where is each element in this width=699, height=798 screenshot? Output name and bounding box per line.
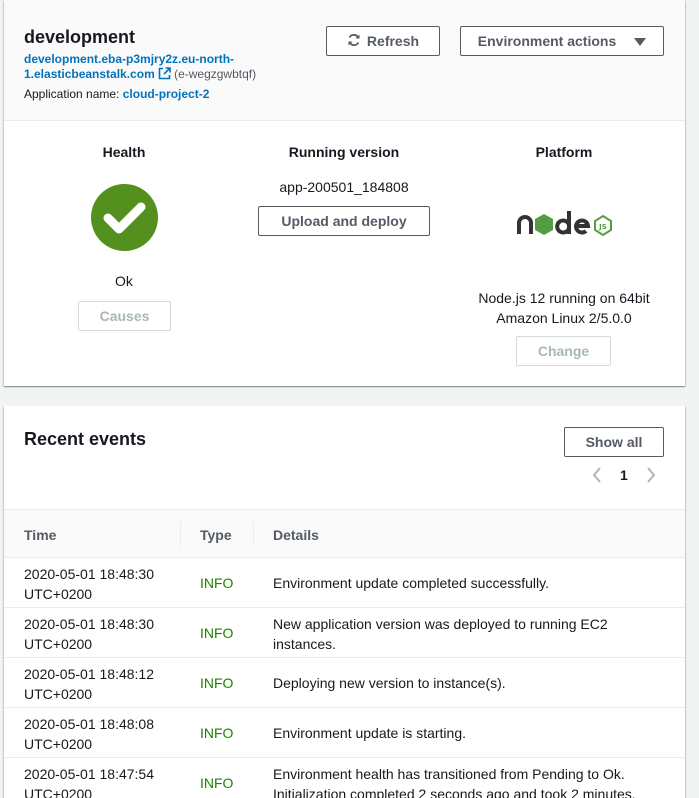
event-time: 2020-05-01 18:48:08 UTC+0200 xyxy=(24,716,154,752)
change-platform-button[interactable]: Change xyxy=(516,336,611,366)
table-row: 2020-05-01 18:48:30 UTC+0200 INFO New ap… xyxy=(4,608,685,658)
table-row: 2020-05-01 18:48:12 UTC+0200 INFO Deploy… xyxy=(4,658,685,708)
event-time: 2020-05-01 18:48:30 UTC+0200 xyxy=(24,566,154,602)
health-status: Ok xyxy=(115,273,133,289)
event-details: Environment health has transitioned from… xyxy=(273,766,636,798)
environment-id: (e-wegzgwbtqf) xyxy=(174,67,257,81)
page-number[interactable]: 1 xyxy=(620,467,628,483)
show-all-button[interactable]: Show all xyxy=(564,427,664,457)
environment-overview-card: development development.eba-p3mjry2z.eu-… xyxy=(4,0,685,386)
refresh-icon xyxy=(347,33,361,50)
platform-line-2: Amazon Linux 2/5.0.0 xyxy=(496,310,632,326)
column-header-type[interactable]: Type xyxy=(200,527,232,543)
column-header-details[interactable]: Details xyxy=(273,527,319,543)
table-row: 2020-05-01 18:47:54 UTC+0200 INFO Enviro… xyxy=(4,758,685,798)
environment-name: development xyxy=(24,27,136,47)
table-row: 2020-05-01 18:48:08 UTC+0200 INFO Enviro… xyxy=(4,708,685,758)
column-divider xyxy=(253,522,254,546)
refresh-button[interactable]: Refresh xyxy=(326,26,440,56)
external-link-icon[interactable] xyxy=(158,67,171,84)
event-time: 2020-05-01 18:48:30 UTC+0200 xyxy=(24,616,154,652)
application-name-label: Application name: xyxy=(24,87,120,101)
environment-actions-label: Environment actions xyxy=(477,33,617,49)
environment-actions-button[interactable]: Environment actions xyxy=(460,26,664,56)
event-type: INFO xyxy=(200,775,234,791)
event-type: INFO xyxy=(200,725,234,741)
platform-description: Node.js 12 running on 64bit Amazon Linux… xyxy=(444,288,684,328)
environment-header: development development.eba-p3mjry2z.eu-… xyxy=(4,0,685,121)
column-divider xyxy=(180,522,181,546)
caret-down-icon xyxy=(634,33,647,49)
causes-button[interactable]: Causes xyxy=(78,301,171,331)
event-details: Deploying new version to instance(s). xyxy=(273,675,506,691)
check-circle-icon xyxy=(91,184,158,251)
upload-and-deploy-button[interactable]: Upload and deploy xyxy=(258,206,430,236)
event-time: 2020-05-01 18:48:12 UTC+0200 xyxy=(24,666,154,702)
chevron-right-icon[interactable] xyxy=(646,467,656,483)
recent-events-title: Recent events xyxy=(24,429,147,449)
application-name-link[interactable]: cloud-project-2 xyxy=(123,87,210,101)
environment-url-link[interactable]: development.eba-p3mjry2z.eu-north-1.elas… xyxy=(24,52,274,84)
running-version-title: Running version xyxy=(288,144,400,160)
application-name-row: Application name: cloud-project-2 xyxy=(24,87,209,101)
events-table-header: Time Type Details xyxy=(4,509,685,558)
event-details: Environment update completed successfull… xyxy=(273,575,549,591)
svg-text:JS: JS xyxy=(598,223,607,231)
event-time: 2020-05-01 18:47:54 UTC+0200 xyxy=(24,766,154,798)
recent-events-card: Recent events Show all 1 Time Type Detai… xyxy=(4,406,685,798)
event-details: New application version was deployed to … xyxy=(273,616,608,652)
event-type: INFO xyxy=(200,625,234,641)
table-row: 2020-05-01 18:48:30 UTC+0200 INFO Enviro… xyxy=(4,558,685,608)
platform-line-1: Node.js 12 running on 64bit xyxy=(478,290,650,306)
refresh-label: Refresh xyxy=(366,33,420,49)
chevron-left-icon[interactable] xyxy=(592,467,602,483)
running-version-value: app-200501_184808 xyxy=(279,179,409,195)
nodejs-logo: JS xyxy=(517,208,613,243)
column-header-time[interactable]: Time xyxy=(24,527,56,543)
platform-title: Platform xyxy=(535,144,593,160)
event-type: INFO xyxy=(200,575,234,591)
event-type: INFO xyxy=(200,675,234,691)
event-details: Environment update is starting. xyxy=(273,725,466,741)
health-title: Health xyxy=(102,144,146,160)
pagination: 1 xyxy=(592,467,656,483)
